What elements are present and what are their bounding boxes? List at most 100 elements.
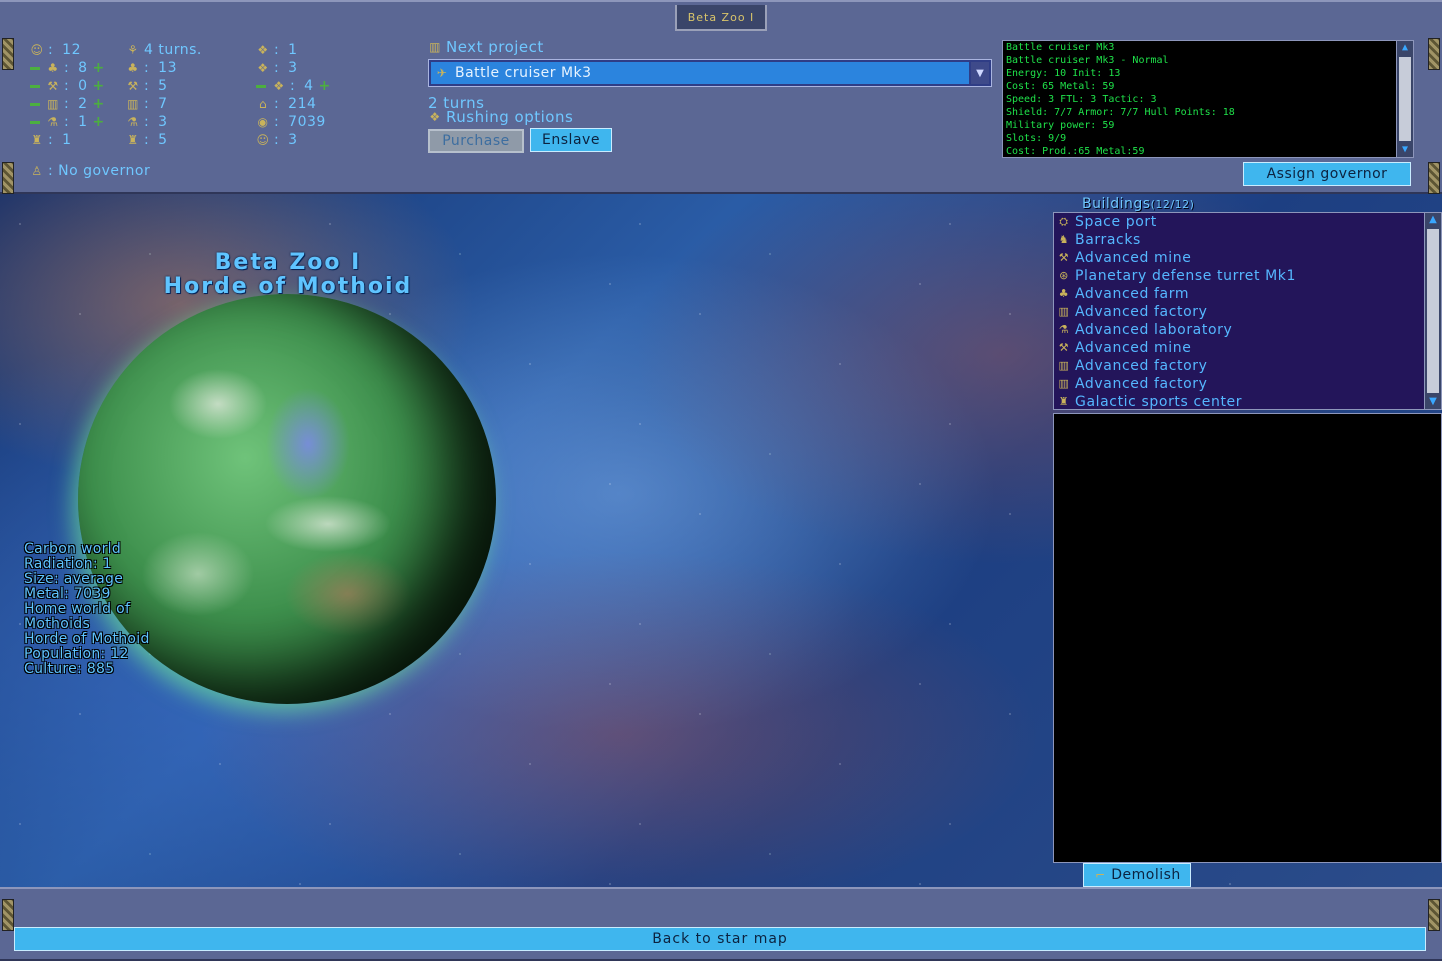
pickaxe-icon: ⚒ [1058,341,1070,354]
stat-col3-row2: ❖: 3 [257,60,298,76]
purchase-button[interactable]: Purchase [428,129,524,153]
buildings-scrollbar[interactable]: ▲ ▼ [1424,213,1441,409]
coins-cursor-icon: ❖ [273,79,285,93]
increase-col3-button[interactable]: + [318,79,332,93]
planet-owner: Horde of Mothoid [163,274,413,299]
stat-food: ♣: 8 + [30,60,106,76]
panel-hinge-right-top [1428,38,1440,70]
list-item[interactable]: ⊛ Planetary defense turret Mk1 [1054,267,1441,285]
chevron-down-icon[interactable]: ▼ [971,62,989,84]
list-item[interactable]: ⚒ Advanced mine [1054,249,1441,267]
info-line: Speed: 3 FTL: 3 Tactic: 3 [1006,94,1157,105]
stat-col3-row4: ⌂: 214 [256,96,316,112]
stat-research-total: ⚗: 3 [127,114,168,130]
planet-info-line: Carbon world [24,541,122,557]
list-item[interactable]: ▥ Advanced factory [1054,357,1441,375]
stat-sports-total: ♜: 5 [127,132,168,148]
stadium-icon: ♜ [31,133,43,147]
stat-happiness: ☺: 3 [256,132,298,148]
decrease-mining-button[interactable] [30,84,40,88]
info-line: Battle cruiser Mk3 - Normal [1006,55,1169,66]
buildings-title: Buildings(12/12) [1082,196,1195,212]
stat-mining: ⚒: 0 + [30,78,106,94]
scroll-thumb[interactable] [1427,229,1439,393]
info-line: Battle cruiser Mk3 [1006,42,1115,53]
stat-population: ☺: 12 [30,42,81,58]
list-item[interactable]: ▥ Advanced factory [1054,303,1441,321]
list-item[interactable]: ♣ Advanced farm [1054,285,1441,303]
scroll-down-icon[interactable]: ▼ [1397,143,1413,157]
population-icon: ☺ [30,43,44,57]
increase-research-button[interactable]: + [92,115,106,129]
coins-cursor-icon: ❖ [257,61,269,75]
back-to-star-map-button[interactable]: Back to star map [14,927,1426,951]
flask-icon: ⚗ [127,115,139,129]
list-item[interactable]: ⚗ Advanced laboratory [1054,321,1441,339]
list-item[interactable]: ♞ Barracks [1054,231,1441,249]
increase-industry-button[interactable]: + [92,97,106,111]
planet-info-line: Culture: 885 [24,661,115,677]
governor-status: ♙: No governor [31,163,151,179]
assign-governor-button[interactable]: Assign governor [1243,162,1411,186]
space-port-icon: ⛭ [1059,215,1069,228]
info-line: Energy: 10 Init: 13 [1006,68,1121,79]
tree-icon: ♣ [127,61,139,75]
planet-info-line: Radiation: 1 [24,556,112,572]
metal-icon: ◉ [257,115,269,129]
scroll-thumb[interactable] [1399,57,1411,141]
decrease-research-button[interactable] [30,120,40,124]
increase-mining-button[interactable]: + [92,79,106,93]
decrease-col3-button[interactable] [256,84,266,88]
scroll-up-icon[interactable]: ▲ [1425,213,1441,227]
info-line: Military power: 59 [1006,120,1115,131]
stat-research: ⚗: 1 + [30,114,106,130]
project-select-value[interactable]: ✈ Battle cruiser Mk3 [431,62,969,84]
factory-icon: ▥ [429,40,441,54]
factory-icon: ▥ [1058,377,1070,390]
growth-icon: ⚘ [127,43,139,57]
planet-info-line: Population: 12 [24,646,129,662]
planet-info: Carbon world Radiation: 1 Size: average … [24,542,150,677]
list-item[interactable]: ♜ Galactic sports center [1054,393,1441,409]
crane-icon: ⌐ [1094,868,1106,882]
panel-hinge-left-top [2,38,14,70]
stat-metal: ◉: 7039 [257,114,326,130]
pickaxe-icon: ⚒ [47,79,59,93]
info-scrollbar[interactable]: ▲ ▼ [1396,41,1413,157]
rushing-options-label: ❖ Rushing options [429,108,574,126]
list-item[interactable]: ⚒ Advanced mine [1054,339,1441,357]
demolish-button[interactable]: ⌐ Demolish [1083,863,1191,887]
planet-info-line: Size: average [24,571,124,587]
barracks-icon: ♞ [1058,233,1070,246]
stat-growth: ⚘ 4 turns. [127,42,202,58]
pickaxe-icon: ⚒ [1058,251,1070,264]
planet-info-line: Home world of [24,601,131,617]
buildings-list[interactable]: ⛭ Space port ♞ Barracks ⚒ Advanced mine ⊛ Pl… [1053,212,1442,410]
pickaxe-icon: ⚒ [127,79,139,93]
scroll-down-icon[interactable]: ▼ [1425,395,1441,409]
info-line: Cost: Prod.:65 Metal:59 [1006,146,1145,157]
info-line: Cost: 65 Metal: 59 [1006,81,1115,92]
scroll-up-icon[interactable]: ▲ [1397,41,1413,55]
increase-food-button[interactable]: + [92,61,106,75]
list-item[interactable]: ▥ Advanced factory [1054,375,1441,393]
decrease-food-button[interactable] [30,66,40,70]
planet-control-panel: Beta Zoo I ☺: 12 ♣: 8 + ⚒: 0 + ▥: 2 + ⚗: 1 +… [0,0,1442,194]
flask-icon: ⚗ [1058,323,1070,336]
panel-hinge-right-bottom [1428,162,1440,194]
info-line: Slots: 9/9 [1006,133,1067,144]
planet-info-line: Metal: 7039 [24,586,111,602]
enslave-button[interactable]: Enslave [530,128,612,152]
list-item[interactable]: ⛭ Space port [1054,213,1441,231]
window-title: Beta Zoo I [675,5,767,31]
project-select[interactable]: ✈ Battle cruiser Mk3 ▼ [428,59,992,87]
coins-icon: ❖ [257,43,269,57]
decrease-industry-button[interactable] [30,102,40,106]
stadium-icon: ♜ [127,133,139,147]
stat-food-total: ♣: 13 [127,60,177,76]
factory-icon: ▥ [127,97,139,111]
tree-icon: ♣ [1058,287,1070,300]
dome-icon: ⌂ [258,97,268,111]
info-line: Shield: 7/7 Armor: 7/7 Hull Points: 18 [1006,107,1235,118]
building-detail-pane [1053,413,1442,863]
